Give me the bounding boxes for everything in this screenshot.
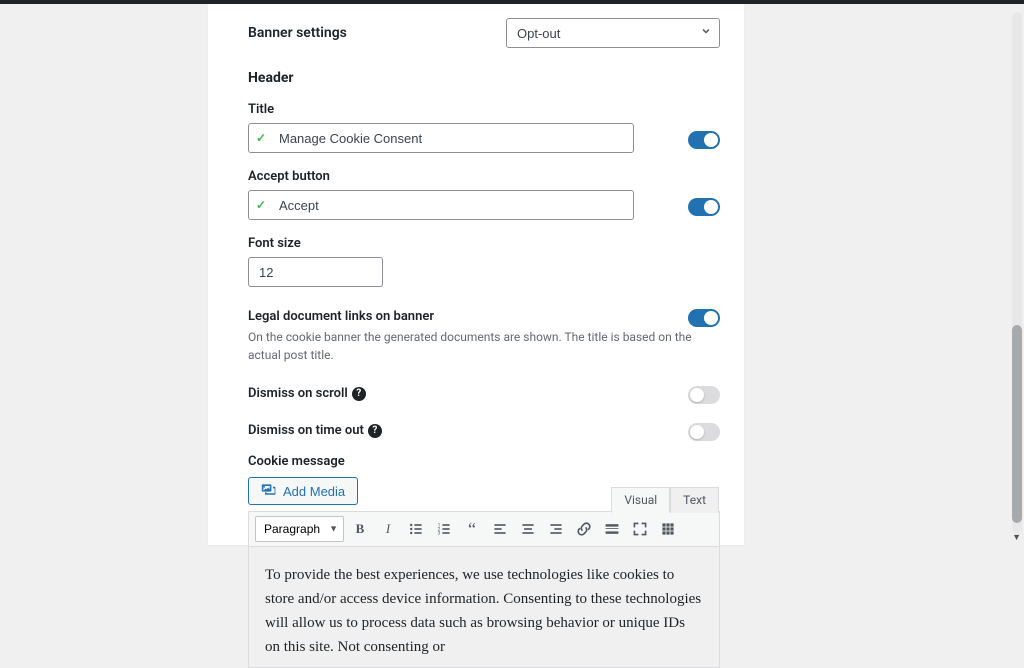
page: Banner settings Opt-out Header Title ✓ [0, 4, 1024, 545]
banner-settings-select[interactable]: Opt-out [506, 18, 720, 48]
align-left-icon[interactable] [488, 517, 512, 541]
svg-text:3: 3 [438, 531, 441, 537]
chevron-down-icon[interactable]: ▼ [1012, 532, 1021, 543]
dismiss-scroll-block: Dismiss on scroll ? [248, 386, 720, 401]
format-select[interactable]: Paragraph [255, 516, 344, 542]
dismiss-timeout-label: Dismiss on time out [248, 423, 364, 438]
legal-links-toggle[interactable] [688, 309, 720, 327]
blockquote-icon[interactable]: “ [460, 517, 484, 541]
editor-tab-visual[interactable]: Visual [611, 487, 670, 513]
legal-links-block: Legal document links on banner On the co… [248, 309, 720, 364]
banner-settings-row: Banner settings Opt-out [248, 18, 720, 48]
accept-button-label: Accept button [248, 169, 720, 184]
editor-toolbar: Paragraph ▼ B I 123 “ [249, 512, 719, 547]
accept-button-toggle[interactable] [688, 198, 720, 216]
add-media-label: Add Media [283, 484, 345, 499]
left-gutter [0, 4, 208, 545]
link-icon[interactable] [572, 517, 596, 541]
settings-card: Banner settings Opt-out Header Title ✓ [208, 4, 744, 545]
font-size-label: Font size [248, 236, 720, 251]
bold-icon[interactable]: B [348, 517, 372, 541]
toolbar-toggle-icon[interactable] [656, 517, 680, 541]
help-icon[interactable]: ? [352, 387, 366, 401]
media-icon [261, 482, 277, 501]
editor-tab-text[interactable]: Text [670, 487, 719, 513]
numbered-list-icon[interactable]: 123 [432, 517, 456, 541]
header-section-title: Header [248, 70, 720, 86]
title-field-block: Title ✓ [248, 102, 720, 153]
help-icon[interactable]: ? [368, 424, 382, 438]
cookie-message-block: Cookie message Add Media Visual Text [248, 454, 720, 668]
banner-settings-label: Banner settings [248, 25, 498, 41]
fullscreen-icon[interactable] [628, 517, 652, 541]
title-input[interactable] [248, 123, 634, 153]
align-center-icon[interactable] [516, 517, 540, 541]
bullet-list-icon[interactable] [404, 517, 428, 541]
font-size-input[interactable] [248, 257, 383, 287]
right-gutter [744, 4, 1024, 545]
add-media-button[interactable]: Add Media [248, 477, 358, 505]
rich-text-editor: Visual Text Paragraph ▼ B I 123 [248, 511, 720, 668]
accept-button-block: Accept button ✓ [248, 169, 720, 220]
editor-body[interactable]: To provide the best experiences, we use … [249, 547, 719, 667]
cookie-message-label: Cookie message [248, 454, 720, 469]
legal-links-help: On the cookie banner the generated docum… [248, 328, 720, 364]
check-icon: ✓ [256, 198, 266, 212]
align-right-icon[interactable] [544, 517, 568, 541]
check-icon: ✓ [256, 131, 266, 145]
dismiss-timeout-toggle[interactable] [688, 423, 720, 441]
accept-button-input[interactable] [248, 190, 634, 220]
scrollbar-thumb[interactable] [1012, 325, 1022, 523]
read-more-icon[interactable] [600, 517, 624, 541]
font-size-block: Font size [248, 236, 720, 287]
title-toggle[interactable] [688, 131, 720, 149]
scrollbar-track[interactable] [1012, 12, 1022, 533]
dismiss-timeout-block: Dismiss on time out ? [248, 423, 720, 438]
title-label: Title [248, 102, 720, 117]
dismiss-scroll-toggle[interactable] [688, 386, 720, 404]
legal-links-label: Legal document links on banner [248, 309, 720, 324]
dismiss-scroll-label: Dismiss on scroll [248, 386, 348, 401]
italic-icon[interactable]: I [376, 517, 400, 541]
